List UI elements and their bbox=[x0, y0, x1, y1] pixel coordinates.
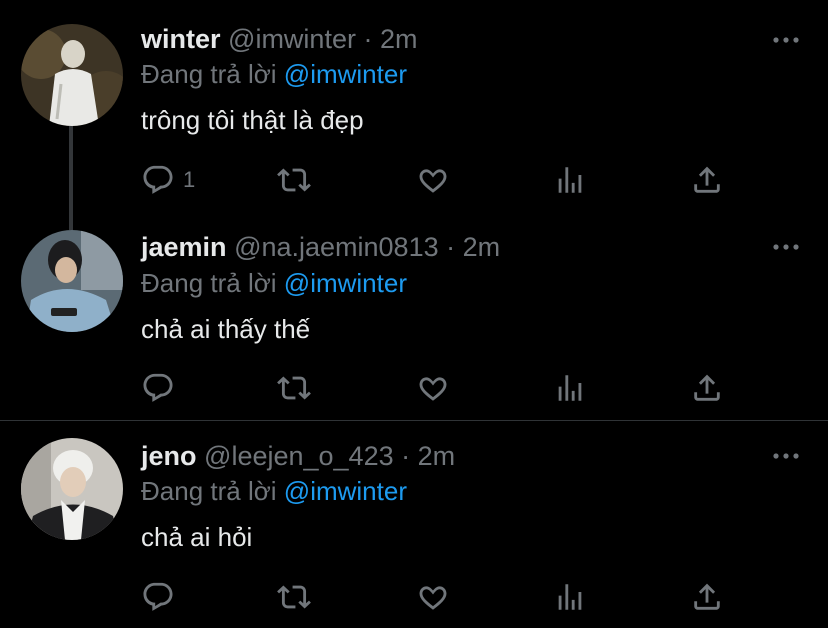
author-handle[interactable]: @imwinter bbox=[228, 24, 356, 54]
retweet-icon bbox=[277, 168, 311, 192]
retweet-icon bbox=[277, 376, 311, 400]
reply-icon bbox=[143, 165, 173, 194]
views-icon bbox=[558, 167, 582, 193]
like-icon bbox=[419, 169, 447, 193]
replying-prefix: Đang trả lời bbox=[141, 59, 277, 89]
author-name[interactable]: jeno bbox=[141, 441, 197, 471]
tweet-text: trông tôi thật là đẹp bbox=[141, 105, 364, 135]
share-icon bbox=[694, 374, 720, 401]
retweet-button[interactable] bbox=[277, 160, 311, 200]
tweet-header: jeno @leejen_o_423 · 2m bbox=[141, 440, 455, 472]
author-handle[interactable]: @na.jaemin0813 bbox=[234, 232, 439, 262]
separator-dot: · bbox=[363, 24, 373, 54]
share-button[interactable] bbox=[690, 160, 724, 200]
tweet[interactable]: jaemin @na.jaemin0813 · 2m Đang trả lời … bbox=[0, 209, 828, 420]
tweet-actions: 1 bbox=[0, 160, 828, 200]
mention-link[interactable]: @imwinter bbox=[284, 476, 407, 506]
replying-to-line: Đang trả lời @imwinter bbox=[141, 475, 407, 507]
author-name[interactable]: jaemin bbox=[141, 232, 227, 262]
like-button[interactable] bbox=[416, 368, 450, 408]
replying-prefix: Đang trả lời bbox=[141, 476, 277, 506]
author-handle[interactable]: @leejen_o_423 bbox=[204, 441, 394, 471]
views-button[interactable] bbox=[553, 368, 587, 408]
like-icon bbox=[419, 377, 447, 401]
avatar[interactable] bbox=[21, 230, 123, 332]
views-icon bbox=[558, 584, 582, 610]
tweet-actions bbox=[0, 577, 828, 617]
share-icon bbox=[694, 166, 720, 193]
replying-prefix: Đang trả lời bbox=[141, 268, 277, 298]
tweet-actions bbox=[0, 368, 828, 408]
mention-link[interactable]: @imwinter bbox=[284, 268, 407, 298]
share-icon bbox=[694, 583, 720, 610]
replying-to-line: Đang trả lời @imwinter bbox=[141, 58, 407, 90]
timestamp[interactable]: 2m bbox=[380, 24, 418, 54]
reply-button[interactable] bbox=[141, 368, 183, 408]
mention-link[interactable]: @imwinter bbox=[284, 59, 407, 89]
reply-icon bbox=[143, 582, 173, 611]
timestamp[interactable]: 2m bbox=[463, 232, 501, 262]
separator-dot: · bbox=[446, 232, 456, 262]
tweet-text: chả ai thấy thế bbox=[141, 314, 311, 344]
retweet-icon bbox=[277, 585, 311, 609]
reply-count: 1 bbox=[183, 167, 196, 192]
like-button[interactable] bbox=[416, 160, 450, 200]
reply-button[interactable] bbox=[141, 577, 183, 617]
like-icon bbox=[419, 586, 447, 610]
avatar[interactable] bbox=[21, 24, 123, 126]
reply-button[interactable]: 1 bbox=[141, 160, 195, 200]
retweet-button[interactable] bbox=[277, 577, 311, 617]
views-button[interactable] bbox=[553, 577, 587, 617]
retweet-button[interactable] bbox=[277, 368, 311, 408]
timestamp[interactable]: 2m bbox=[418, 441, 456, 471]
tweet-header: jaemin @na.jaemin0813 · 2m bbox=[141, 231, 500, 263]
views-button[interactable] bbox=[553, 160, 587, 200]
reply-icon bbox=[143, 373, 173, 402]
more-icon[interactable] bbox=[772, 33, 800, 47]
replying-to-line: Đang trả lời @imwinter bbox=[141, 267, 407, 299]
tweet[interactable]: winter @imwinter · 2m Đang trả lời @imwi… bbox=[0, 0, 828, 209]
tweet-header: winter @imwinter · 2m bbox=[141, 23, 418, 55]
more-icon[interactable] bbox=[772, 449, 800, 463]
tweet-text: chả ai hỏi bbox=[141, 522, 253, 552]
separator-dot: · bbox=[401, 441, 411, 471]
share-button[interactable] bbox=[690, 577, 724, 617]
more-icon[interactable] bbox=[772, 240, 800, 254]
like-button[interactable] bbox=[416, 577, 450, 617]
tweet[interactable]: jeno @leejen_o_423 · 2m Đang trả lời @im… bbox=[0, 420, 828, 628]
views-icon bbox=[558, 375, 582, 401]
author-name[interactable]: winter bbox=[141, 24, 221, 54]
avatar[interactable] bbox=[21, 438, 123, 540]
share-button[interactable] bbox=[690, 368, 724, 408]
